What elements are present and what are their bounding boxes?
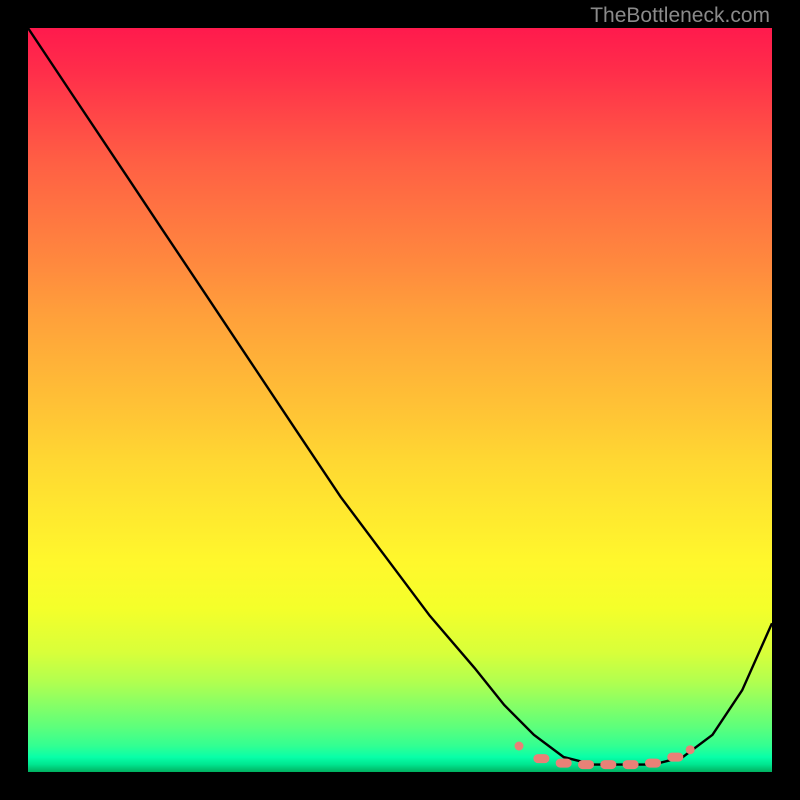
marker [556,759,572,768]
marker [623,760,639,769]
marker [578,760,594,769]
bottleneck-curve [28,28,772,765]
curve-path [28,28,772,765]
chart-container: TheBottleneck.com [0,0,800,800]
marker [667,753,683,762]
marker [645,759,661,768]
marker [515,742,524,751]
curve-layer [28,28,772,772]
watermark-text: TheBottleneck.com [590,4,770,28]
highlighted-range-markers [515,742,695,770]
marker [600,760,616,769]
marker [686,745,695,754]
marker [533,754,549,763]
